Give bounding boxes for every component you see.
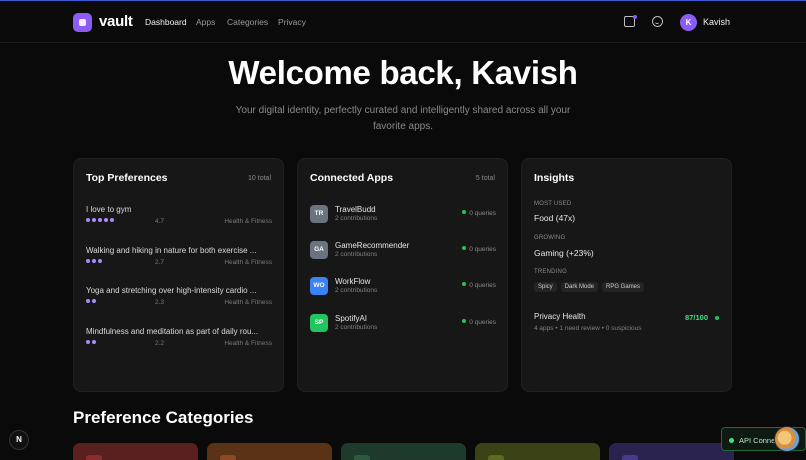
trending-tag[interactable]: Spicy — [534, 282, 557, 292]
preference-rating-dots — [86, 340, 96, 344]
list-item[interactable]: Mindfulness and meditation as part of da… — [86, 327, 272, 355]
category-card[interactable] — [341, 443, 466, 460]
preference-category: Health & Fitness — [224, 299, 272, 306]
section-title: Preference Categories — [73, 408, 254, 427]
preference-score: 4.7 — [155, 218, 165, 225]
app-row-workflow[interactable]: WO WorkFlow 2 contributions 0 queries — [310, 277, 496, 297]
category-card[interactable] — [207, 443, 332, 460]
preference-name: Walking and hiking in nature for both ex… — [86, 246, 257, 255]
card-count: 10 total — [248, 175, 271, 182]
brand-name[interactable]: vault — [99, 13, 133, 30]
page-subtitle: Your digital identity, perfectly curated… — [235, 105, 571, 132]
list-item[interactable]: Yoga and stretching over high-intensity … — [86, 286, 272, 314]
trending-tag[interactable]: RPG Games — [602, 282, 645, 292]
app-name: SpotifyAI — [335, 314, 368, 323]
preference-category: Health & Fitness — [224, 218, 272, 225]
list-item[interactable]: Walking and hiking in nature for both ex… — [86, 246, 272, 274]
preference-name: I love to gym — [86, 205, 132, 214]
app-row-travelbudd[interactable]: TR TravelBudd 2 contributions 0 queries — [310, 205, 496, 225]
most-used-label: MOST USED — [534, 201, 572, 207]
nav-link-apps[interactable]: Apps — [196, 17, 215, 27]
connected-apps-card: Connected Apps 5 total TR TravelBudd 2 c… — [297, 158, 508, 392]
preference-name: Mindfulness and meditation as part of da… — [86, 327, 259, 336]
app-badge: SP — [310, 314, 328, 332]
category-card[interactable] — [73, 443, 198, 460]
app-name: TravelBudd — [335, 205, 376, 214]
category-icon — [220, 455, 236, 460]
privacy-health-label: Privacy Health — [534, 312, 586, 321]
nav-link-categories[interactable]: Categories — [227, 17, 268, 27]
status-dot — [729, 438, 734, 443]
category-icon — [622, 455, 638, 460]
vault-logo-icon[interactable] — [73, 13, 92, 32]
category-icon — [86, 455, 102, 460]
category-icon — [488, 455, 504, 460]
preference-score: 2.7 — [155, 259, 165, 266]
app-name: GameRecommender — [335, 241, 410, 250]
top-preferences-card: Top Preferences 10 total I love to gym 4… — [73, 158, 284, 392]
preference-category: Health & Fitness — [224, 340, 272, 347]
app-badge: WO — [310, 277, 328, 295]
most-used-value: Food (47x) — [534, 213, 576, 223]
user-name[interactable]: Kavish — [703, 17, 730, 27]
app-row-spotifyai[interactable]: SP SpotifyAI 2 contributions 0 queries — [310, 314, 496, 334]
preference-score: 2.2 — [155, 340, 165, 347]
app-contributions: 2 contributions — [335, 324, 378, 331]
preference-rating-dots — [86, 259, 102, 263]
assistant-avatar-icon[interactable] — [774, 426, 800, 452]
preference-name: Yoga and stretching over high-intensity … — [86, 286, 257, 295]
nextjs-dev-badge[interactable]: N — [9, 430, 29, 450]
app-contributions: 2 contributions — [335, 215, 378, 222]
nav-link-privacy[interactable]: Privacy — [278, 17, 306, 27]
page-title: Welcome back, Kavish — [228, 54, 578, 91]
app-badge: TR — [310, 205, 328, 223]
insights-card: Insights MOST USED Food (47x) GROWING Ga… — [521, 158, 732, 392]
app-badge: GA — [310, 241, 328, 259]
top-navbar: vault Dashboard Apps Categories Privacy … — [0, 1, 806, 43]
app-status: 0 queries — [462, 210, 496, 217]
preference-category: Health & Fitness — [224, 259, 272, 266]
notification-dot — [633, 15, 637, 19]
app-contributions: 2 contributions — [335, 251, 378, 258]
card-title: Top Preferences — [86, 172, 168, 184]
category-icon — [354, 455, 370, 460]
preference-score: 2.3 — [155, 299, 165, 306]
card-title: Insights — [534, 172, 575, 184]
app-status: 0 queries — [462, 246, 496, 253]
privacy-health-detail: 4 apps • 1 need review • 0 suspicious — [534, 325, 642, 332]
trending-label: TRENDING — [534, 269, 567, 275]
card-count: 5 total — [475, 175, 495, 182]
category-card[interactable] — [609, 443, 734, 460]
app-name: WorkFlow — [335, 277, 371, 286]
category-card[interactable] — [475, 443, 600, 460]
card-title: Connected Apps — [310, 172, 394, 184]
app-status: 0 queries — [462, 282, 496, 289]
preference-rating-dots — [86, 218, 114, 222]
preference-rating-dots — [86, 299, 96, 303]
app-status: 0 queries — [462, 319, 496, 326]
profile-settings-icon[interactable] — [652, 16, 663, 27]
growing-value: Gaming (+23%) — [534, 248, 594, 258]
privacy-health-score: 87/100 — [685, 313, 708, 322]
status-dot — [715, 316, 719, 320]
app-row-gamerecommender[interactable]: GA GameRecommender 2 contributions 0 que… — [310, 241, 496, 261]
nav-link-dashboard[interactable]: Dashboard — [145, 17, 187, 27]
avatar[interactable]: K — [680, 14, 697, 31]
app-contributions: 2 contributions — [335, 287, 378, 294]
list-item[interactable]: I love to gym 4.7 Health & Fitness — [86, 205, 272, 233]
growing-label: GROWING — [534, 235, 566, 241]
trending-tag[interactable]: Dark Mode — [560, 282, 599, 292]
trending-tags: Spicy Dark Mode RPG Games — [534, 282, 645, 292]
